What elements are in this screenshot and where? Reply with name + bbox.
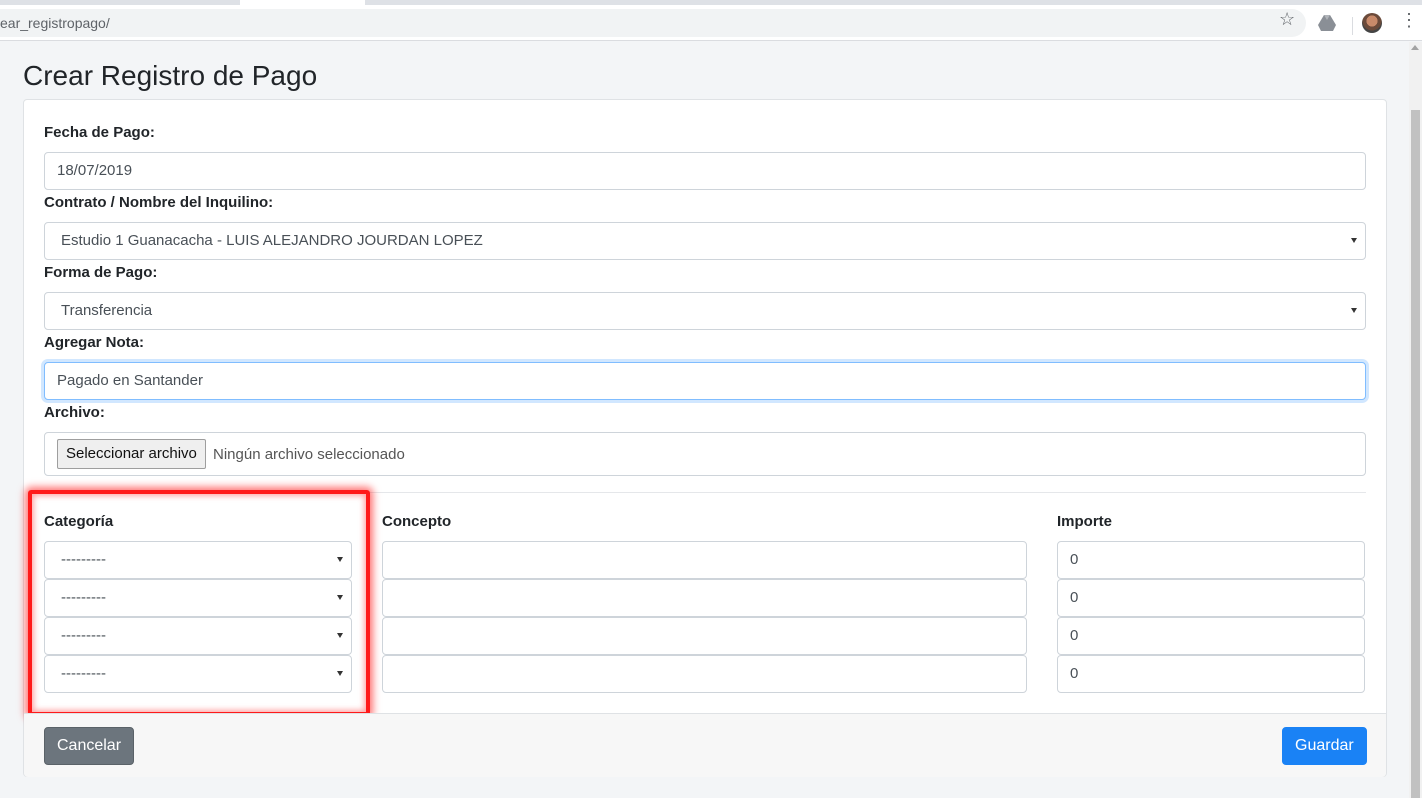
forma-pago-select[interactable]: Transferencia — [44, 292, 1366, 330]
fecha-label: Fecha de Pago: — [44, 124, 155, 141]
payment-form-card: Fecha de Pago: 18/07/2019 Contrato / Nom… — [23, 99, 1387, 777]
importe-input[interactable]: 0 — [1057, 655, 1365, 693]
cancel-button[interactable]: Cancelar — [44, 727, 135, 765]
concepto-input[interactable] — [382, 579, 1027, 617]
address-bar[interactable]: ear_registropago/ — [0, 9, 1306, 37]
drive-extension-icon[interactable] — [1318, 15, 1336, 31]
contrato-selected-value: Estudio 1 Guanacacha - LUIS ALEJANDRO JO… — [61, 232, 483, 249]
fecha-input[interactable]: 18/07/2019 — [44, 152, 1366, 190]
file-input[interactable]: Seleccionar archivo Ningún archivo selec… — [44, 432, 1366, 476]
save-button[interactable]: Guardar — [1282, 727, 1367, 765]
fecha-value: 18/07/2019 — [57, 162, 133, 179]
categoria-highlight-box — [28, 490, 370, 716]
select-file-button[interactable]: Seleccionar archivo — [57, 439, 206, 469]
concepto-input[interactable] — [382, 655, 1027, 693]
chevron-down-icon — [1351, 308, 1357, 313]
forma-selected-value: Transferencia — [61, 302, 153, 319]
concepto-input[interactable] — [382, 541, 1027, 579]
scroll-thumb[interactable] — [1411, 110, 1420, 798]
profile-avatar[interactable] — [1362, 13, 1382, 33]
importe-value: 0 — [1070, 589, 1079, 606]
forma-label: Forma de Pago: — [44, 264, 158, 281]
contrato-select[interactable]: Estudio 1 Guanacacha - LUIS ALEJANDRO JO… — [44, 222, 1366, 260]
nota-value: Pagado en Santander — [57, 372, 203, 389]
contrato-label: Contrato / Nombre del Inquilino: — [44, 194, 274, 211]
browser-toolbar: ear_registropago/ ☆ ⋮ — [0, 5, 1422, 41]
scroll-up-arrow-icon[interactable] — [1411, 45, 1419, 50]
importe-value: 0 — [1070, 627, 1079, 644]
nota-label: Agregar Nota: — [44, 334, 145, 351]
archivo-label: Archivo: — [44, 404, 105, 421]
file-status-text: Ningún archivo seleccionado — [213, 446, 405, 463]
concepto-header: Concepto — [382, 513, 452, 530]
form-footer: Cancelar Guardar — [24, 713, 1386, 777]
url-text: ear_registropago/ — [0, 15, 110, 31]
chevron-down-icon — [1351, 238, 1357, 243]
importe-value: 0 — [1070, 551, 1079, 568]
importe-header: Importe — [1057, 513, 1113, 530]
nota-input[interactable]: Pagado en Santander — [44, 362, 1366, 400]
bookmark-star-icon[interactable]: ☆ — [1279, 9, 1295, 30]
importe-input[interactable]: 0 — [1057, 617, 1365, 655]
page-scrollbar[interactable] — [1409, 42, 1422, 798]
toolbar-separator — [1352, 17, 1353, 35]
kebab-menu-icon[interactable]: ⋮ — [1400, 11, 1418, 29]
importe-input[interactable]: 0 — [1057, 579, 1365, 617]
page-title: Crear Registro de Pago — [23, 60, 318, 91]
concepto-input[interactable] — [382, 617, 1027, 655]
importe-input[interactable]: 0 — [1057, 541, 1365, 579]
importe-value: 0 — [1070, 665, 1079, 682]
